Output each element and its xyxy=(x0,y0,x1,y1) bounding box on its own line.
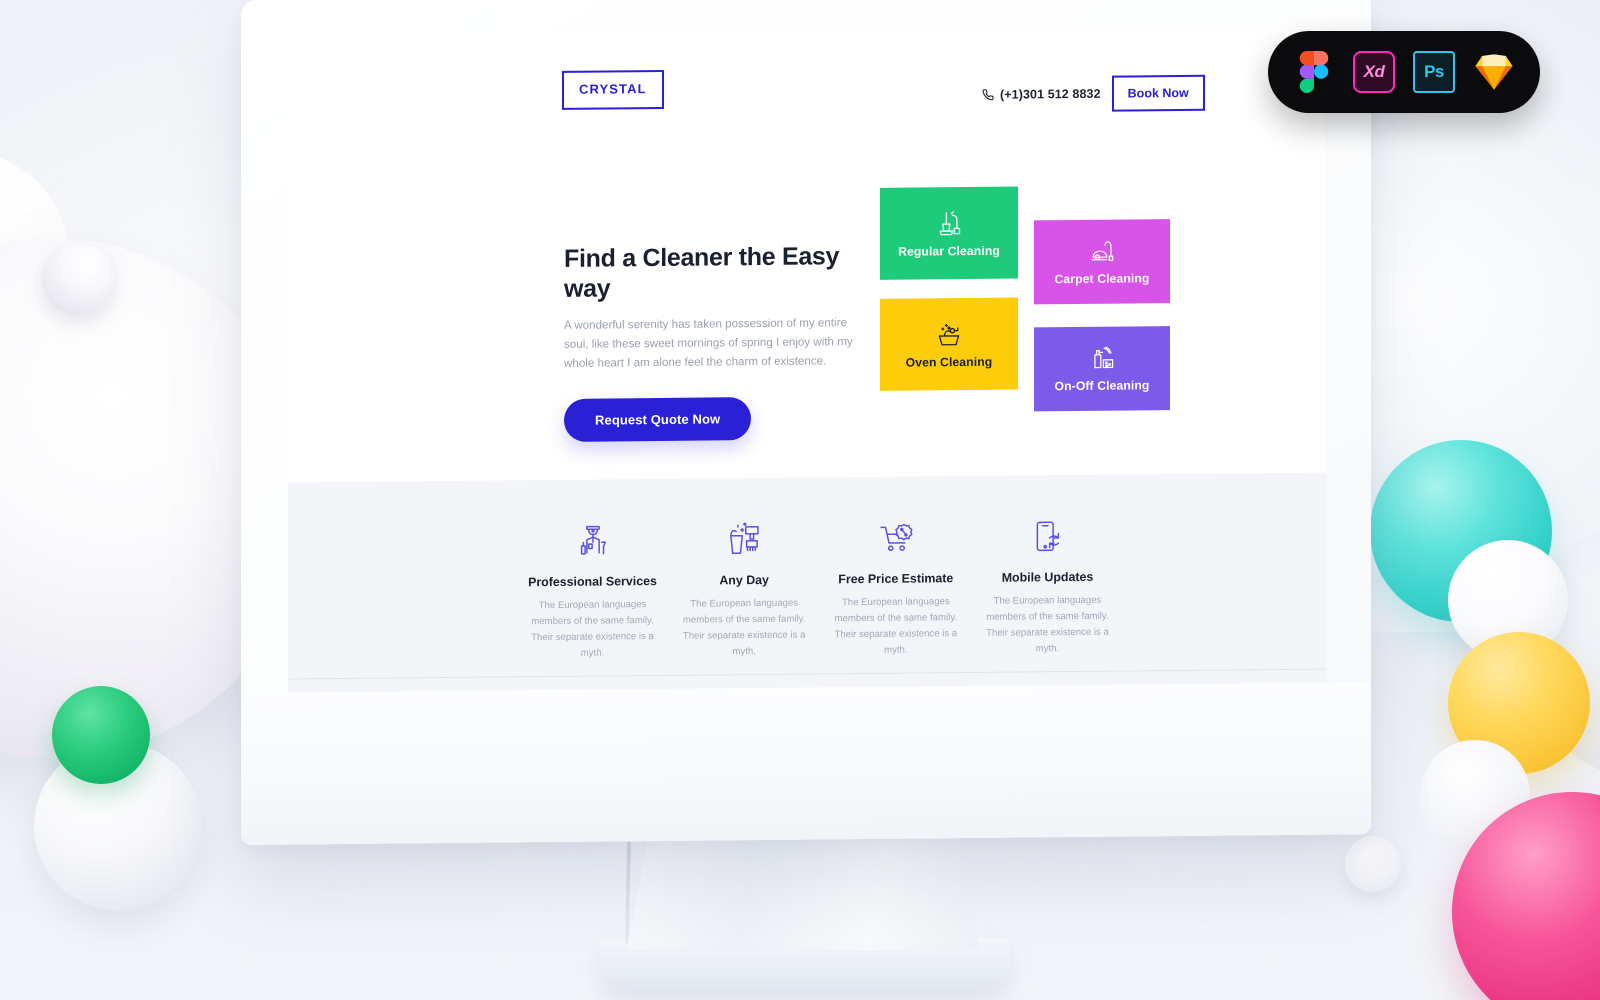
adobe-xd-icon[interactable]: Xd xyxy=(1353,51,1395,93)
service-cards: Regular Cleaning Oven Cleaning Carpet Cl… xyxy=(880,185,1180,418)
feature-title: Professional Services xyxy=(528,574,657,590)
hero-title: Find a Cleaner the Easy way xyxy=(564,242,840,303)
brand-logo-text: CRYSTAL xyxy=(579,81,647,97)
feature-any-day: Any Day The European languages members o… xyxy=(672,507,817,660)
spray-sponge-icon xyxy=(1089,345,1116,372)
vacuum-cleaner-icon xyxy=(1089,238,1116,265)
figma-icon[interactable] xyxy=(1293,51,1335,93)
service-card-regular-cleaning[interactable]: Regular Cleaning xyxy=(880,186,1018,280)
mobile-refresh-icon xyxy=(975,505,1120,558)
pearl-sphere-small-left xyxy=(42,243,114,315)
website-page: CRYSTAL (+1)301 512 8832 Book Now Find a… xyxy=(288,27,1326,693)
features-list: Professional Services The European langu… xyxy=(520,505,1120,662)
feature-free-price-estimate: Free Price Estimate The European languag… xyxy=(823,506,968,659)
feature-title: Any Day xyxy=(719,572,769,588)
adobe-xd-label: Xd xyxy=(1363,62,1385,81)
features-section: Professional Services The European langu… xyxy=(288,472,1326,693)
monitor-chin xyxy=(241,682,1371,845)
service-card-carpet-cleaning[interactable]: Carpet Cleaning xyxy=(1034,219,1170,305)
hero-section: Find a Cleaner the Easy way A wonderful … xyxy=(288,140,1326,483)
book-now-button[interactable]: Book Now xyxy=(1111,74,1205,112)
monitor-stand-neck xyxy=(627,838,979,950)
hero-subtitle: A wonderful serenity has taken possessio… xyxy=(564,316,853,370)
service-card-on-off-cleaning[interactable]: On-Off Cleaning xyxy=(1034,326,1170,412)
phone-block[interactable]: (+1)301 512 8832 xyxy=(982,87,1101,102)
request-quote-button[interactable]: Request Quote Now xyxy=(564,397,752,443)
monitor-screen: CRYSTAL (+1)301 512 8832 Book Now Find a… xyxy=(288,27,1326,693)
phone-number: (+1)301 512 8832 xyxy=(1000,86,1101,102)
features-divider xyxy=(288,668,1326,680)
cleaner-person-icon xyxy=(520,509,665,562)
feature-title: Free Price Estimate xyxy=(838,571,954,587)
cart-discount-icon xyxy=(823,506,968,559)
service-label: Oven Cleaning xyxy=(905,354,993,370)
service-label: Carpet Cleaning xyxy=(1054,271,1150,287)
oven-basin-icon xyxy=(935,320,963,348)
white-sphere-small-right xyxy=(1345,836,1401,892)
photoshop-icon[interactable]: Ps xyxy=(1413,51,1455,93)
monitor-frame: CRYSTAL (+1)301 512 8832 Book Now Find a… xyxy=(241,0,1371,845)
feature-desc: The European languages members of the sa… xyxy=(834,596,958,656)
green-sphere xyxy=(52,686,150,784)
photoshop-label: Ps xyxy=(1424,62,1444,81)
site-header: CRYSTAL (+1)301 512 8832 Book Now xyxy=(288,28,1326,150)
feature-desc: The European languages members of the sa… xyxy=(531,599,654,659)
hero-copy: Find a Cleaner the Easy way A wonderful … xyxy=(564,242,864,443)
paint-bucket-brush-icon xyxy=(672,507,817,560)
feature-title: Mobile Updates xyxy=(1001,569,1094,585)
service-label: Regular Cleaning xyxy=(898,243,1000,259)
header-actions: (+1)301 512 8832 Book Now xyxy=(982,74,1205,113)
mop-bucket-icon xyxy=(935,209,963,237)
sketch-icon[interactable] xyxy=(1473,51,1515,93)
brand-logo[interactable]: CRYSTAL xyxy=(562,69,664,110)
feature-professional-services: Professional Services The European langu… xyxy=(520,509,665,662)
feature-desc: The European languages members of the sa… xyxy=(986,594,1109,655)
feature-mobile-updates: Mobile Updates The European languages me… xyxy=(975,505,1120,658)
phone-icon xyxy=(982,89,994,101)
service-card-oven-cleaning[interactable]: Oven Cleaning xyxy=(880,297,1018,391)
service-label: On-Off Cleaning xyxy=(1054,378,1150,394)
feature-desc: The European languages members of the sa… xyxy=(682,597,806,658)
design-tools-badge: Xd Ps xyxy=(1268,31,1540,113)
